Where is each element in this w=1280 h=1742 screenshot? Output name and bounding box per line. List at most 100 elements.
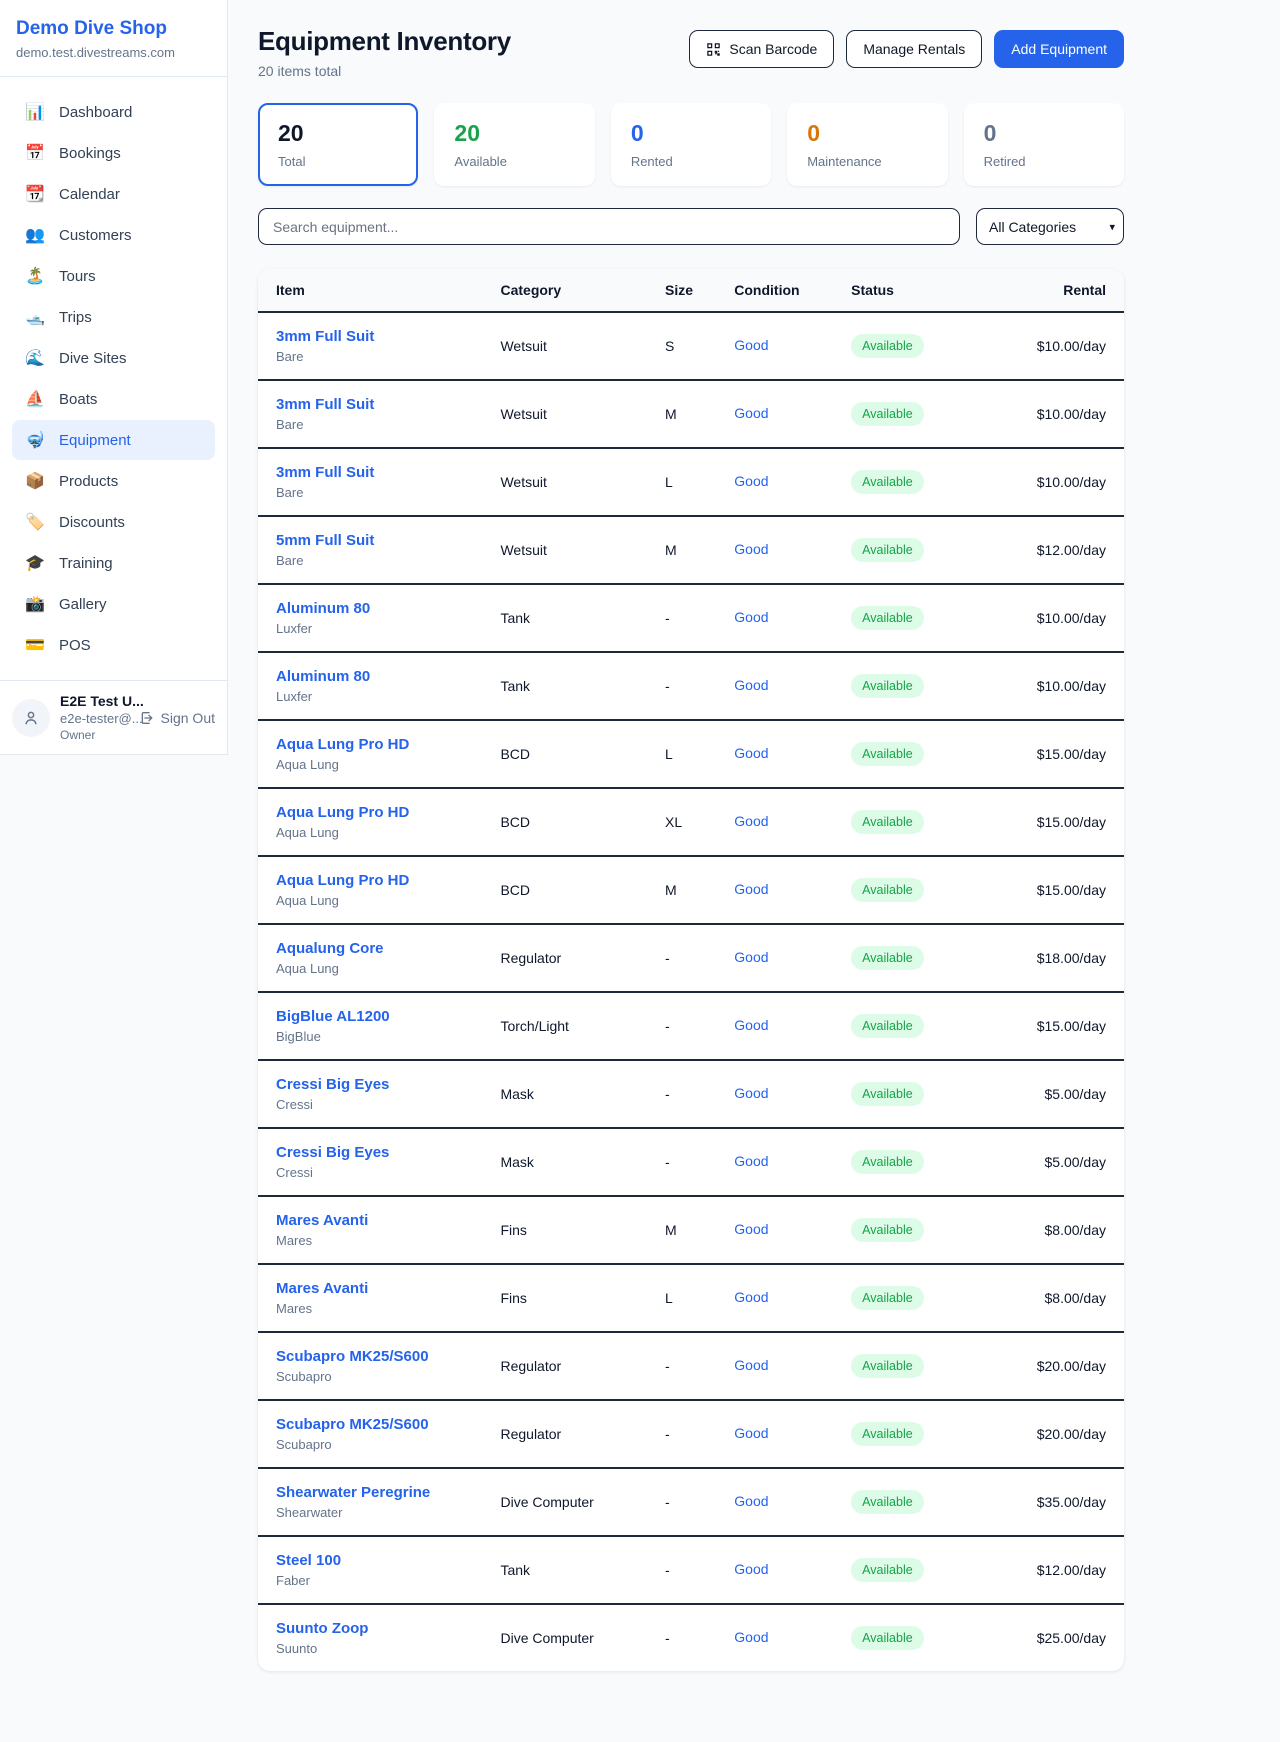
status-badge: Available: [851, 334, 924, 358]
item-name-link[interactable]: Aluminum 80: [276, 600, 500, 617]
item-brand: Luxfer: [276, 621, 500, 636]
item-name-link[interactable]: Steel 100: [276, 1552, 500, 1569]
sidebar-item-tours[interactable]: 🏝️ Tours: [12, 256, 215, 296]
size-cell: -: [665, 1604, 734, 1671]
condition-link[interactable]: Good: [734, 609, 768, 625]
item-name-link[interactable]: Scubapro MK25/S600: [276, 1416, 500, 1433]
sidebar-item-boats[interactable]: ⛵ Boats: [12, 379, 215, 419]
item-name-link[interactable]: Aqua Lung Pro HD: [276, 736, 500, 753]
condition-link[interactable]: Good: [734, 1017, 768, 1033]
add-equipment-button[interactable]: Add Equipment: [994, 30, 1124, 68]
stat-label: Total: [278, 154, 398, 169]
item-name-link[interactable]: BigBlue AL1200: [276, 1008, 500, 1025]
condition-link[interactable]: Good: [734, 1289, 768, 1305]
scan-barcode-button[interactable]: Scan Barcode: [689, 30, 834, 68]
item-name-link[interactable]: Aluminum 80: [276, 668, 500, 685]
size-cell: -: [665, 584, 734, 652]
condition-cell: Good: [734, 1196, 851, 1264]
size-cell: -: [665, 652, 734, 720]
condition-link[interactable]: Good: [734, 1153, 768, 1169]
sidebar-item-customers[interactable]: 👥 Customers: [12, 215, 215, 255]
status-cell: Available: [851, 1332, 998, 1400]
sidebar-item-dashboard[interactable]: 📊 Dashboard: [12, 92, 215, 132]
condition-link[interactable]: Good: [734, 337, 768, 353]
item-cell: Scubapro MK25/S600 Scubapro: [258, 1400, 500, 1468]
category-cell: Torch/Light: [500, 992, 665, 1060]
items-total-count: 20 items total: [258, 63, 511, 79]
item-name-link[interactable]: Scubapro MK25/S600: [276, 1348, 500, 1365]
column-header-item: Item: [258, 269, 500, 312]
sidebar-item-pos[interactable]: 💳 POS: [12, 625, 215, 665]
brand-name[interactable]: Demo Dive Shop: [16, 18, 211, 40]
sidebar-item-bookings[interactable]: 📅 Bookings: [12, 133, 215, 173]
sidebar-item-training[interactable]: 🎓 Training: [12, 543, 215, 583]
stat-card-maintenance[interactable]: 0 Maintenance: [787, 103, 947, 186]
condition-link[interactable]: Good: [734, 1629, 768, 1645]
sidebar-item-dive-sites[interactable]: 🌊 Dive Sites: [12, 338, 215, 378]
table-row: 3mm Full Suit Bare Wetsuit S Good Availa…: [258, 312, 1124, 380]
condition-link[interactable]: Good: [734, 881, 768, 897]
category-cell: Tank: [500, 1536, 665, 1604]
sidebar-item-gallery[interactable]: 📸 Gallery: [12, 584, 215, 624]
sidebar-item-equipment[interactable]: 🤿 Equipment: [12, 420, 215, 460]
item-name-link[interactable]: 3mm Full Suit: [276, 396, 500, 413]
condition-link[interactable]: Good: [734, 1221, 768, 1237]
item-cell: 5mm Full Suit Bare: [258, 516, 500, 584]
condition-link[interactable]: Good: [734, 1561, 768, 1577]
condition-link[interactable]: Good: [734, 1357, 768, 1373]
sidebar-item-products[interactable]: 📦 Products: [12, 461, 215, 501]
category-cell: Dive Computer: [500, 1604, 665, 1671]
stat-card-available[interactable]: 20 Available: [434, 103, 594, 186]
condition-link[interactable]: Good: [734, 405, 768, 421]
condition-cell: Good: [734, 1264, 851, 1332]
status-cell: Available: [851, 1128, 998, 1196]
item-brand: Bare: [276, 417, 500, 432]
table-row: Scubapro MK25/S600 Scubapro Regulator - …: [258, 1400, 1124, 1468]
condition-link[interactable]: Good: [734, 473, 768, 489]
condition-link[interactable]: Good: [734, 1425, 768, 1441]
stat-card-retired[interactable]: 0 Retired: [964, 103, 1124, 186]
item-name-link[interactable]: Aqualung Core: [276, 940, 500, 957]
condition-link[interactable]: Good: [734, 1493, 768, 1509]
stat-card-rented[interactable]: 0 Rented: [611, 103, 771, 186]
manage-rentals-button[interactable]: Manage Rentals: [846, 30, 982, 68]
item-cell: Steel 100 Faber: [258, 1536, 500, 1604]
column-header-size: Size: [665, 269, 734, 312]
item-name-link[interactable]: 5mm Full Suit: [276, 532, 500, 549]
item-name-link[interactable]: Aqua Lung Pro HD: [276, 804, 500, 821]
sidebar-item-discounts[interactable]: 🏷️ Discounts: [12, 502, 215, 542]
search-input[interactable]: [258, 208, 960, 245]
item-name-link[interactable]: 3mm Full Suit: [276, 328, 500, 345]
sidebar-item-label: Bookings: [59, 145, 121, 162]
item-name-link[interactable]: Suunto Zoop: [276, 1620, 500, 1637]
condition-cell: Good: [734, 856, 851, 924]
sidebar-item-calendar[interactable]: 📆 Calendar: [12, 174, 215, 214]
rental-cell: $35.00/day: [998, 1468, 1124, 1536]
item-name-link[interactable]: 3mm Full Suit: [276, 464, 500, 481]
item-name-link[interactable]: Mares Avanti: [276, 1280, 500, 1297]
item-brand: Scubapro: [276, 1369, 500, 1384]
sign-out-button[interactable]: Sign Out: [139, 710, 215, 726]
status-badge: Available: [851, 1422, 924, 1446]
item-name-link[interactable]: Cressi Big Eyes: [276, 1144, 500, 1161]
condition-link[interactable]: Good: [734, 1085, 768, 1101]
item-cell: Aluminum 80 Luxfer: [258, 652, 500, 720]
condition-link[interactable]: Good: [734, 949, 768, 965]
item-name-link[interactable]: Aqua Lung Pro HD: [276, 872, 500, 889]
rental-cell: $18.00/day: [998, 924, 1124, 992]
item-brand: Cressi: [276, 1165, 500, 1180]
category-select[interactable]: All Categories: [976, 208, 1124, 245]
stat-card-total[interactable]: 20 Total: [258, 103, 418, 186]
condition-link[interactable]: Good: [734, 541, 768, 557]
item-name-link[interactable]: Mares Avanti: [276, 1212, 500, 1229]
condition-link[interactable]: Good: [734, 745, 768, 761]
condition-link[interactable]: Good: [734, 677, 768, 693]
sidebar-item-label: Gallery: [59, 596, 107, 613]
item-brand: Aqua Lung: [276, 893, 500, 908]
condition-link[interactable]: Good: [734, 813, 768, 829]
sidebar-item-trips[interactable]: 🛥️ Trips: [12, 297, 215, 337]
item-name-link[interactable]: Shearwater Peregrine: [276, 1484, 500, 1501]
item-name-link[interactable]: Cressi Big Eyes: [276, 1076, 500, 1093]
size-cell: -: [665, 1060, 734, 1128]
rental-cell: $10.00/day: [998, 584, 1124, 652]
